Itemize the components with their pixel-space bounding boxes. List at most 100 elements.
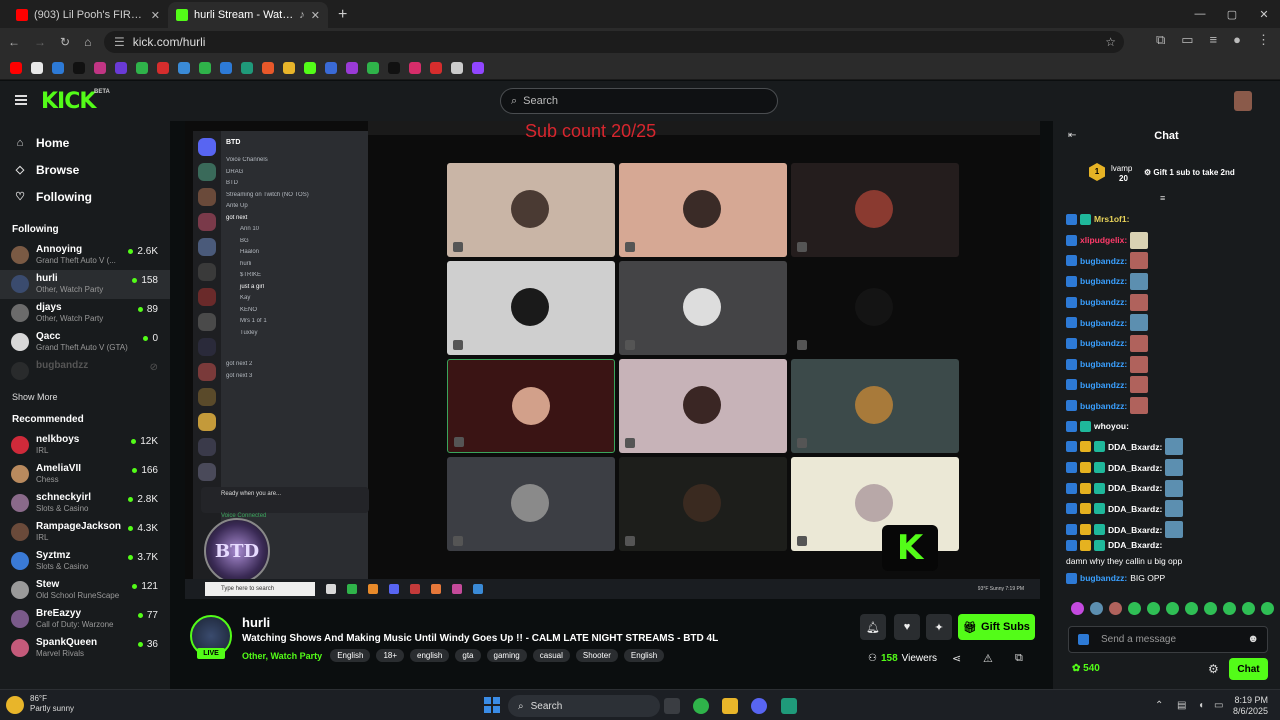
kick-logo[interactable]: KICK bbox=[41, 89, 96, 114]
gift-subs-button[interactable]: 🎁︎ Gift Subs bbox=[958, 614, 1035, 640]
file-explorer-icon[interactable] bbox=[722, 698, 738, 714]
nav-home[interactable]: ⌂ Home bbox=[0, 129, 170, 156]
stream-tag[interactable]: gaming bbox=[486, 649, 527, 662]
chat-username[interactable]: DDA_Bxardz: bbox=[1108, 504, 1162, 514]
maximize-icon[interactable]: ▢ bbox=[1216, 0, 1248, 28]
notification-bell-icon[interactable]: 🔔︎ bbox=[860, 614, 886, 640]
emote-shortcut[interactable] bbox=[1109, 602, 1122, 615]
bookmark-icon[interactable] bbox=[430, 61, 442, 74]
chat-input[interactable]: Send a message ☻ bbox=[1068, 626, 1268, 653]
cast-icon[interactable]: ▭ bbox=[1181, 32, 1193, 48]
emote-shortcut[interactable] bbox=[1166, 602, 1179, 615]
tray-volume-icon[interactable]: ◖ bbox=[1198, 700, 1204, 711]
search-input[interactable]: ⌕ Search bbox=[500, 88, 778, 114]
bookmark-icon[interactable] bbox=[136, 61, 148, 74]
channel-item[interactable]: Syztmz Slots & Casino 3.7K bbox=[0, 547, 170, 576]
chat-username[interactable]: bugbandzz: bbox=[1080, 318, 1127, 328]
stream-tag[interactable]: Shooter bbox=[575, 649, 618, 662]
stream-tag[interactable]: English bbox=[623, 649, 665, 662]
bookmark-icon[interactable] bbox=[52, 61, 64, 74]
streamer-name[interactable]: hurli bbox=[242, 615, 270, 630]
forward-icon[interactable]: → bbox=[34, 35, 46, 49]
filter-icon[interactable]: ≡ bbox=[1160, 193, 1165, 203]
channel-item[interactable]: AmeliaVII Chess 166 bbox=[0, 460, 170, 489]
channel-item[interactable]: Annoying Grand Theft Auto V (... 2.6K bbox=[0, 241, 170, 270]
stream-tag[interactable]: English bbox=[330, 649, 371, 662]
theater-mode-icon[interactable]: ⧉ bbox=[1015, 652, 1023, 665]
bookmark-icon[interactable] bbox=[346, 61, 358, 74]
taskbar-search[interactable]: ⌕ Search bbox=[508, 695, 660, 717]
share-icon[interactable]: ⋖ bbox=[952, 652, 961, 665]
chat-username[interactable]: bugbandzz: bbox=[1080, 276, 1127, 286]
chat-username[interactable]: xlipudgelix: bbox=[1080, 235, 1127, 245]
send-chat-button[interactable]: Chat bbox=[1229, 658, 1268, 680]
menu-icon[interactable]: ⋮ bbox=[1257, 32, 1270, 48]
chat-username[interactable]: DDA_Bxardz: bbox=[1108, 540, 1162, 550]
url-field[interactable]: ☰ kick.com/hurli ☆ bbox=[104, 31, 1124, 53]
emote-shortcut[interactable] bbox=[1128, 602, 1141, 615]
collapse-chat-icon[interactable]: ⇤ bbox=[1068, 130, 1076, 141]
stream-tag[interactable]: casual bbox=[532, 649, 570, 662]
bookmark-icon[interactable] bbox=[241, 61, 253, 74]
chat-username[interactable]: DDA_Bxardz: bbox=[1108, 442, 1162, 452]
sparkle-icon[interactable]: ✦ bbox=[926, 614, 952, 640]
emote-shortcut[interactable] bbox=[1242, 602, 1255, 615]
bookmark-icon[interactable] bbox=[325, 61, 337, 74]
bookmark-star-icon[interactable]: ☆ bbox=[1105, 35, 1116, 49]
emoji-icon[interactable]: ☻ bbox=[1247, 633, 1259, 645]
chat-username[interactable]: bugbandzz: bbox=[1080, 338, 1127, 348]
task-view-icon[interactable] bbox=[664, 698, 680, 714]
bookmark-icon[interactable] bbox=[94, 61, 106, 74]
emote-shortcut[interactable] bbox=[1090, 602, 1103, 615]
system-clock[interactable]: 8:19 PM 8/6/2025 bbox=[1233, 695, 1268, 717]
emote-shortcut[interactable] bbox=[1223, 602, 1236, 615]
bookmark-icon[interactable] bbox=[178, 61, 190, 74]
tray-network-icon[interactable]: ▤ bbox=[1177, 700, 1186, 711]
bookmark-icon[interactable] bbox=[283, 61, 295, 74]
channel-points[interactable]: ✿ 540 bbox=[1072, 663, 1100, 674]
bookmark-icon[interactable] bbox=[199, 61, 211, 74]
bookmark-icon[interactable] bbox=[262, 61, 274, 74]
follow-heart-icon[interactable]: ♥ bbox=[894, 614, 920, 640]
chrome-taskbar-icon[interactable] bbox=[693, 698, 709, 714]
channel-item[interactable]: SpankQueen Marvel Rivals 36 bbox=[0, 634, 170, 663]
channel-item[interactable]: schneckyirl Slots & Casino 2.8K bbox=[0, 489, 170, 518]
site-info-icon[interactable]: ☰ bbox=[114, 35, 125, 49]
browser-tab[interactable]: hurli Stream - Watch Live o ♪ ✕ bbox=[168, 2, 328, 28]
close-window-icon[interactable]: ✕ bbox=[1248, 0, 1280, 28]
bookmark-icon[interactable] bbox=[115, 61, 127, 74]
bookmark-icon[interactable] bbox=[472, 61, 484, 74]
chat-username[interactable]: bugbandzz: bbox=[1080, 359, 1127, 369]
menu-hamburger-icon[interactable] bbox=[15, 95, 27, 105]
chat-username[interactable]: bugbandzz: bbox=[1080, 380, 1127, 390]
tab-close-icon[interactable]: ✕ bbox=[311, 9, 320, 22]
media-icon[interactable]: ≡ bbox=[1210, 32, 1218, 48]
tab-audio-icon[interactable]: ♪ bbox=[299, 9, 305, 21]
pinned-gifter[interactable]: 1 lvamp 20 ⚙︎ Gift 1 sub to take 2nd bbox=[1089, 163, 1269, 185]
chat-username[interactable]: bugbandzz: bbox=[1080, 297, 1127, 307]
tab-close-icon[interactable]: ✕ bbox=[151, 9, 160, 22]
weather-widget[interactable]: 86°F Partly sunny bbox=[6, 694, 74, 714]
bookmark-icon[interactable] bbox=[367, 61, 379, 74]
bookmark-icon[interactable] bbox=[304, 61, 316, 74]
stream-tag[interactable]: 18+ bbox=[376, 649, 405, 662]
channel-item[interactable]: nelkboys IRL 12K bbox=[0, 431, 170, 460]
chat-username[interactable]: whoyou: bbox=[1094, 421, 1129, 431]
stream-tag[interactable]: gta bbox=[455, 649, 481, 662]
chat-username[interactable]: DDA_Bxardz: bbox=[1108, 525, 1162, 535]
emote-shortcut[interactable] bbox=[1147, 602, 1160, 615]
emote-shortcut[interactable] bbox=[1204, 602, 1217, 615]
browser-tab[interactable]: (903) Lil Pooh's FIRST DAY on W ✕ bbox=[8, 2, 168, 28]
chat-username[interactable]: DDA_Bxardz: bbox=[1108, 463, 1162, 473]
extensions-icon[interactable]: ⧉ bbox=[1156, 32, 1165, 48]
back-icon[interactable]: ← bbox=[8, 35, 20, 49]
chat-settings-icon[interactable]: ⚙ bbox=[1208, 662, 1219, 676]
reload-icon[interactable]: ↻ bbox=[60, 35, 70, 49]
report-icon[interactable]: ⚠ bbox=[983, 652, 993, 665]
chat-username[interactable]: Mrs1of1: bbox=[1094, 214, 1129, 224]
channel-item[interactable]: BreEazyy Call of Duty: Warzone 77 bbox=[0, 605, 170, 634]
emote-shortcut[interactable] bbox=[1071, 602, 1084, 615]
bookmark-icon[interactable] bbox=[31, 61, 43, 74]
app-taskbar-icon[interactable] bbox=[781, 698, 797, 714]
profile-icon[interactable]: ● bbox=[1233, 32, 1241, 48]
